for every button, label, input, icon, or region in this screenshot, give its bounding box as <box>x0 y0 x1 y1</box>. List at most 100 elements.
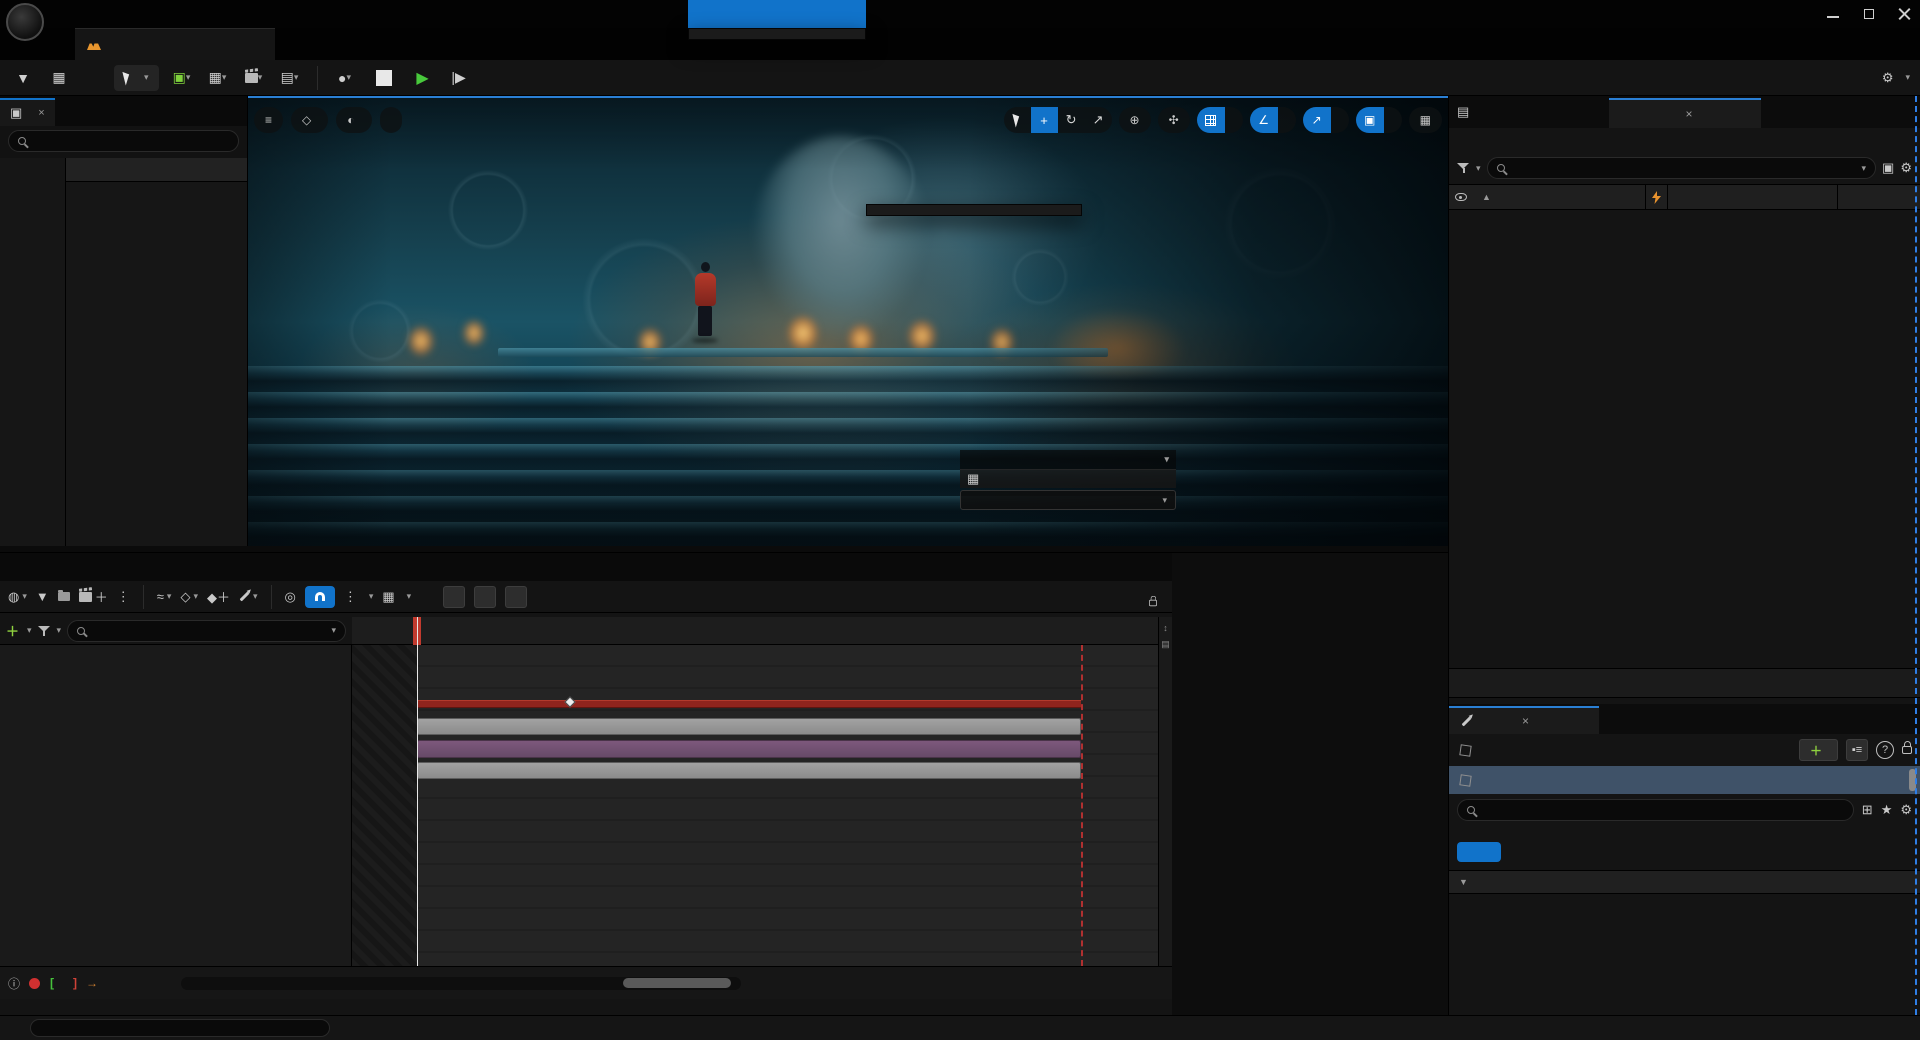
browse-content-button[interactable]: ▦ <box>46 66 72 90</box>
close-button[interactable] <box>1898 7 1912 21</box>
grid-snap-control[interactable] <box>1197 107 1243 133</box>
save-button[interactable]: ▼ <box>10 66 36 90</box>
info-icon[interactable]: ⓘ <box>8 975 19 992</box>
grid-view-icon[interactable]: ⊞ <box>1862 802 1873 818</box>
cinematics-button[interactable]: ▾ <box>241 66 267 90</box>
chevron-down-icon[interactable]: ▾ <box>1476 163 1481 174</box>
grid-snap-icon[interactable] <box>1197 107 1225 133</box>
filter-icon[interactable] <box>1457 163 1470 173</box>
track-section-bar[interactable] <box>417 762 1081 779</box>
viewport-menu-button[interactable]: ≡ <box>254 107 283 133</box>
close-icon[interactable]: × <box>1685 107 1692 121</box>
save-sequence-button[interactable]: ▼ <box>36 589 49 604</box>
add-track-button[interactable]: ＋▾ <box>6 621 32 640</box>
playback-options-button[interactable]: ◇▾ <box>180 589 198 605</box>
place-actors-search-input[interactable] <box>32 134 229 148</box>
minimize-button[interactable] <box>1826 7 1840 21</box>
expand-icon[interactable]: ↕ <box>1163 623 1168 633</box>
scrollbar-thumb[interactable] <box>623 978 731 988</box>
blueprints-button[interactable]: ▦▾ <box>205 66 231 90</box>
loop-mode-button[interactable]: → <box>86 976 97 990</box>
move-tool-button[interactable]: + <box>1031 107 1058 133</box>
lock-icon[interactable] <box>1149 600 1157 606</box>
stop-button[interactable] <box>376 70 392 86</box>
label-column-header[interactable]: ▲ <box>1473 185 1646 209</box>
lock-icon[interactable] <box>1902 746 1912 754</box>
asset-tab[interactable] <box>75 28 275 60</box>
details-instance-row[interactable] <box>1449 766 1920 794</box>
scale-snap-icon[interactable]: ↗ <box>1303 107 1331 133</box>
visibility-column-icon[interactable] <box>1449 193 1473 201</box>
chevron-down-icon[interactable]: ▾ <box>1862 163 1867 174</box>
play-button[interactable]: ▶ <box>410 66 436 90</box>
unreal-logo[interactable] <box>6 3 44 41</box>
outliner-title[interactable]: ▤ <box>1457 104 1475 120</box>
fps-dropdown[interactable]: ▾ <box>366 591 374 602</box>
scale-tool-button[interactable]: ↗ <box>1085 107 1112 133</box>
lit-mode-dropdown[interactable]: ◐ <box>336 107 371 133</box>
snap-options-button[interactable]: ⋮ <box>344 589 357 605</box>
set-range-end-button[interactable]: ] <box>73 976 76 990</box>
current-context-header[interactable]: ▾ <box>960 450 1176 469</box>
default-button[interactable] <box>474 586 496 608</box>
create-camera-button[interactable]: ＋ <box>79 587 108 606</box>
gear-icon[interactable]: ⚙ <box>1900 802 1912 818</box>
scale-snap-control[interactable]: ↗ <box>1303 107 1349 133</box>
console-command-input[interactable] <box>41 1022 319 1034</box>
scrollbar-thumb[interactable] <box>1909 769 1916 791</box>
animation-clip-bar[interactable] <box>417 740 1081 758</box>
timeline-area[interactable] <box>352 645 1158 966</box>
tab-details[interactable]: × <box>1449 706 1599 734</box>
gear-icon[interactable]: ⚙ <box>1900 160 1912 176</box>
current-level-dropdown[interactable]: ▾ <box>960 490 1176 510</box>
sequence-browse-button[interactable]: ◍▾ <box>8 589 27 605</box>
maximize-viewport-button[interactable]: ▦ <box>1409 107 1442 133</box>
perspective-dropdown[interactable]: ◇ <box>291 107 328 133</box>
blueprint-convert-button[interactable]: ▪≡ <box>1846 739 1868 761</box>
tools-dropdown[interactable]: ▾ <box>404 591 412 602</box>
camera-speed-control[interactable]: ▣ <box>1356 107 1402 133</box>
add-actor-button[interactable]: ▣▾ <box>169 66 195 90</box>
outliner-search-input[interactable] <box>1511 161 1856 175</box>
tab-advanceoutline[interactable]: × <box>1609 98 1761 128</box>
set-range-start-button[interactable]: [ <box>50 976 53 990</box>
step-frame-button[interactable]: |▶ <box>446 66 472 90</box>
options-menu-button[interactable]: ⋮ <box>117 589 130 605</box>
track-section-bar[interactable] <box>417 718 1081 735</box>
favorites-star-icon[interactable]: ★ <box>1881 802 1893 818</box>
marker-button[interactable]: ◎ <box>285 589 296 605</box>
curve-editor-button[interactable]: ≈▾ <box>157 589 172 604</box>
menu-item-teamones-pipeline[interactable] <box>688 0 866 28</box>
select-mode-dropdown[interactable]: ▾ <box>114 65 159 91</box>
rotate-tool-button[interactable]: ↻ <box>1058 107 1085 133</box>
lightning-column-icon[interactable] <box>1646 185 1668 209</box>
close-icon[interactable]: × <box>1522 714 1529 728</box>
browse-sequence-button[interactable] <box>58 592 70 601</box>
rotation-snap-control[interactable]: ∠ <box>1250 107 1296 133</box>
angle-snap-icon[interactable]: ∠ <box>1250 107 1278 133</box>
actor-visibility-button[interactable] <box>505 586 527 608</box>
help-icon[interactable]: ? <box>1876 741 1894 759</box>
sequencer-column-header[interactable] <box>1668 185 1838 209</box>
play-options-button[interactable]: ▤▾ <box>277 66 303 90</box>
world-space-button[interactable]: ⊕ <box>1119 107 1151 133</box>
snapping-toggle-on[interactable] <box>305 586 335 608</box>
edit-options-button[interactable]: ▾ <box>239 591 258 602</box>
changepath-button[interactable] <box>443 586 465 608</box>
type-column-header[interactable] <box>1838 185 1920 209</box>
timeline-scrollbar[interactable] <box>181 977 741 990</box>
surface-snap-button[interactable]: ✣ <box>1158 107 1190 133</box>
select-tool-button[interactable] <box>1004 107 1031 133</box>
timeline-ruler[interactable] <box>352 617 1158 645</box>
all-filter-button[interactable] <box>1457 842 1501 862</box>
camera-icon[interactable]: ▣ <box>1356 107 1384 133</box>
maximize-button[interactable] <box>1862 7 1876 21</box>
new-folder-icon[interactable]: ▣ <box>1882 160 1894 176</box>
record-button[interactable] <box>29 978 40 989</box>
add-keyframe-button[interactable]: ◆＋ <box>207 587 230 606</box>
chevron-down-icon[interactable]: ▾ <box>331 625 336 636</box>
filter-icon[interactable] <box>38 626 51 636</box>
details-search-input[interactable] <box>1481 803 1844 817</box>
transform-section-header[interactable]: ▼ <box>1449 870 1920 894</box>
add-component-button[interactable]: ＋ <box>1799 739 1838 761</box>
